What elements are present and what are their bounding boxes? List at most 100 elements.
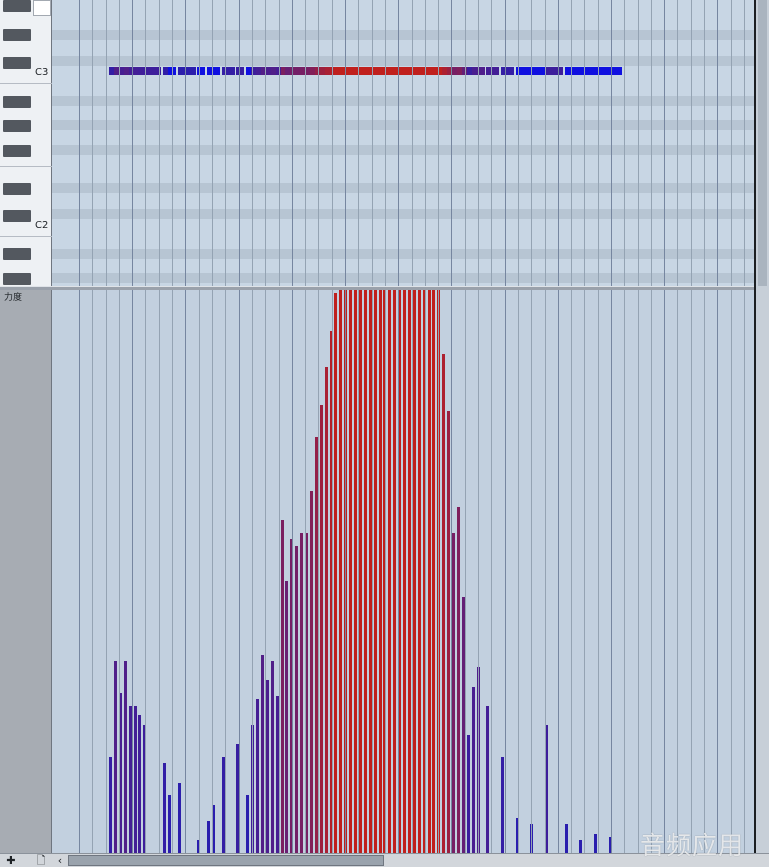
velocity-bar[interactable] — [354, 290, 357, 853]
grid-line — [731, 290, 732, 853]
velocity-bar[interactable] — [281, 520, 284, 853]
velocity-bar[interactable] — [442, 354, 445, 853]
velocity-bar[interactable] — [447, 411, 450, 853]
grid-line — [252, 0, 253, 286]
grid-line — [731, 0, 732, 286]
velocity-bar[interactable] — [134, 706, 137, 853]
velocity-lane-label: 力度 — [4, 293, 23, 303]
plus-icon[interactable]: ✚ — [4, 854, 18, 867]
grid-line — [545, 290, 546, 853]
velocity-bar[interactable] — [285, 581, 288, 853]
velocity-bar[interactable] — [339, 290, 342, 853]
velocity-bar[interactable] — [374, 290, 377, 853]
velocity-bar[interactable] — [501, 757, 504, 853]
midi-note[interactable] — [236, 67, 244, 75]
grid-line — [345, 290, 346, 853]
black-key[interactable] — [3, 273, 31, 285]
horizontal-scroll-thumb[interactable] — [68, 855, 384, 866]
velocity-bar[interactable] — [413, 290, 416, 853]
velocity-bar[interactable] — [428, 290, 431, 853]
velocity-bar[interactable] — [310, 491, 313, 853]
black-key[interactable] — [3, 29, 31, 41]
grid-line — [265, 290, 266, 853]
velocity-bar[interactable] — [320, 405, 323, 853]
velocity-bar[interactable] — [138, 715, 141, 853]
velocity-bar[interactable] — [579, 840, 582, 853]
velocity-bar[interactable] — [261, 655, 264, 853]
piano-keyboard[interactable]: C3 C2 — [0, 0, 52, 286]
chevron-left-icon[interactable]: ‹ — [53, 854, 67, 867]
midi-note[interactable] — [212, 67, 220, 75]
velocity-bar[interactable] — [452, 533, 455, 853]
velocity-bar[interactable] — [393, 290, 396, 853]
velocity-bar[interactable] — [325, 367, 328, 853]
velocity-bar[interactable] — [163, 763, 166, 853]
velocity-bar[interactable] — [408, 290, 411, 853]
page-icon[interactable]: 🗋 — [34, 854, 48, 867]
velocity-bar[interactable] — [349, 290, 352, 853]
grid-line — [451, 290, 452, 853]
grid-line — [106, 290, 107, 853]
black-key[interactable] — [3, 0, 31, 12]
velocity-bar[interactable] — [472, 687, 475, 853]
highlighted-key[interactable] — [33, 0, 51, 16]
velocity-bar[interactable] — [594, 834, 597, 853]
black-key[interactable] — [3, 57, 31, 69]
vertical-scrollbar[interactable] — [754, 0, 769, 853]
grid-line — [398, 290, 399, 853]
grid-line — [318, 0, 319, 286]
velocity-bar[interactable] — [565, 824, 568, 853]
grid-row-black-key — [52, 96, 754, 106]
velocity-bar[interactable] — [467, 735, 470, 853]
vertical-scroll-thumb[interactable] — [758, 0, 767, 286]
velocity-bar[interactable] — [457, 507, 460, 853]
black-key[interactable] — [3, 248, 31, 260]
grid-line — [212, 290, 213, 853]
black-key[interactable] — [3, 96, 31, 108]
velocity-bar[interactable] — [266, 680, 269, 853]
velocity-bar[interactable] — [418, 290, 421, 853]
grid-line — [558, 0, 559, 286]
midi-note[interactable] — [222, 67, 235, 75]
velocity-bar[interactable] — [295, 546, 298, 853]
velocity-bar[interactable] — [256, 699, 259, 853]
midi-note[interactable] — [545, 67, 563, 75]
velocity-bar[interactable] — [432, 290, 435, 853]
grid-line — [664, 0, 665, 286]
grid-line — [478, 0, 479, 286]
grid-line — [465, 290, 466, 853]
grid-line — [172, 0, 173, 286]
velocity-bar[interactable] — [178, 783, 181, 853]
midi-note[interactable] — [178, 67, 196, 75]
velocity-bar[interactable] — [124, 661, 127, 853]
grid-row-black-key — [52, 209, 754, 219]
velocity-bar[interactable] — [364, 290, 367, 853]
velocity-bar[interactable] — [486, 706, 489, 853]
grid-line — [265, 0, 266, 286]
velocity-bar[interactable] — [168, 795, 171, 853]
note-grid[interactable] — [52, 0, 754, 286]
midi-note[interactable] — [486, 67, 499, 75]
grid-line — [412, 290, 413, 853]
velocity-bar[interactable] — [300, 533, 303, 853]
velocity-bar[interactable] — [359, 290, 362, 853]
grid-line — [185, 0, 186, 286]
black-key[interactable] — [3, 183, 31, 195]
black-key[interactable] — [3, 145, 31, 157]
velocity-bar[interactable] — [114, 661, 117, 853]
velocity-lane[interactable] — [52, 290, 754, 853]
velocity-bar[interactable] — [246, 795, 249, 853]
velocity-bar[interactable] — [334, 293, 337, 853]
velocity-bar[interactable] — [109, 757, 112, 853]
velocity-bar[interactable] — [403, 290, 406, 853]
grid-line — [199, 0, 200, 286]
velocity-bar[interactable] — [388, 290, 391, 853]
grid-line — [212, 0, 213, 286]
velocity-bar[interactable] — [207, 821, 210, 853]
grid-line — [385, 290, 386, 853]
velocity-bar[interactable] — [271, 661, 274, 853]
velocity-bar[interactable] — [379, 290, 382, 853]
midi-note[interactable] — [501, 67, 514, 75]
black-key[interactable] — [3, 120, 31, 132]
black-key[interactable] — [3, 210, 31, 222]
